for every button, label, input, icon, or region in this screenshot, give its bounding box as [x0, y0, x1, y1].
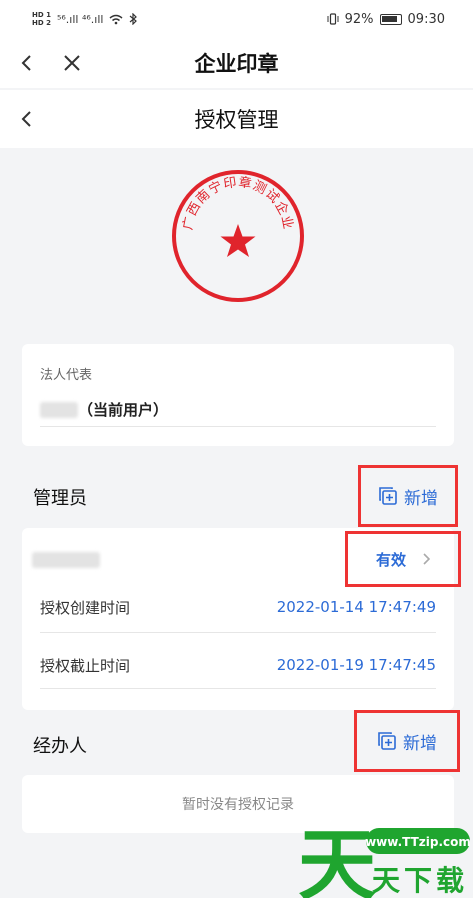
hd2-indicator: HD 2 [32, 19, 51, 27]
auth-create-row: 授权创建时间 2022-01-14 17:47:49 [40, 580, 436, 634]
legal-label: 法人代表 [40, 368, 93, 383]
divider [40, 426, 436, 427]
add-handler-button[interactable]: 新增 [354, 710, 460, 772]
handler-section-title: 经办人 [33, 736, 87, 757]
svg-text:广西南宁印章测试企业: 广西南宁印章测试企业 [181, 174, 296, 231]
page-title: 企业印章 [194, 52, 279, 76]
divider [40, 688, 436, 689]
back-button[interactable] [12, 49, 40, 77]
sub-page-title: 授权管理 [194, 108, 279, 132]
add-copy-icon [379, 487, 397, 505]
company-seal-image: 广西南宁印章测试企业 [172, 170, 304, 302]
wifi-icon [109, 14, 123, 24]
seal-text: 广西南宁印章测试企业 [181, 174, 295, 231]
top-nav-bar: 企业印章 [0, 38, 473, 88]
admin-section-title: 管理员 [33, 488, 87, 509]
sub-back-button[interactable] [12, 105, 40, 133]
signal-icon: ⁵⁶.ıll ⁴⁶.ıll [56, 12, 104, 26]
close-button[interactable] [58, 49, 86, 77]
status-left: HD 1 HD 2 ⁵⁶.ıll ⁴⁶.ıll [32, 11, 138, 27]
hd-indicators: HD 1 HD 2 [32, 11, 51, 27]
bluetooth-icon [130, 13, 138, 25]
battery-icon [379, 13, 402, 25]
add-copy-icon [378, 732, 396, 750]
divider [40, 632, 436, 633]
battery-percent: 92% [344, 11, 374, 27]
status-right: 92% 09:30 [327, 12, 445, 27]
watermark-brand: 天下载 [372, 864, 468, 897]
status-valid-button[interactable]: 有效 [345, 531, 461, 587]
close-icon [64, 55, 80, 71]
legal-representative-card: 法人代表 （当前用户） [22, 344, 454, 446]
row-value: 2022-01-19 17:47:45 [276, 656, 436, 674]
add-handler-label: 新增 [403, 733, 437, 754]
row-value: 2022-01-14 17:47:49 [276, 598, 436, 616]
vibrate-icon [327, 13, 339, 25]
hd1-indicator: HD 1 [32, 11, 51, 19]
row-key: 授权截止时间 [40, 656, 131, 675]
auth-expire-row: 授权截止时间 2022-01-19 17:47:45 [40, 638, 436, 692]
chevron-left-icon [21, 55, 31, 71]
legal-name-suffix: （当前用户） [78, 401, 169, 419]
masked-admin-name [32, 552, 100, 568]
watermark-site: www.TTzip.com [365, 835, 471, 849]
add-admin-button[interactable]: 新增 [358, 465, 458, 527]
site-watermark-logo: 天 www.TTzip.com 天下载 [298, 822, 471, 898]
chevron-right-icon [423, 553, 430, 565]
status-label: 有效 [375, 550, 406, 569]
clock: 09:30 [407, 11, 445, 27]
watermark-big-char: 天 [298, 822, 376, 898]
admin-name [32, 552, 100, 572]
add-admin-label: 新增 [404, 488, 438, 509]
row-key: 授权创建时间 [40, 598, 131, 617]
empty-text: 暂时没有授权记录 [182, 797, 294, 813]
admin-card: 有效 授权创建时间 2022-01-14 17:47:49 授权截止时间 202… [22, 528, 461, 710]
seal-star-icon [220, 224, 256, 257]
status-bar: HD 1 HD 2 ⁵⁶.ıll ⁴⁶.ıll 92% 09:30 [0, 0, 473, 38]
sub-nav-bar: 授权管理 [0, 90, 473, 148]
masked-name [40, 401, 78, 418]
chevron-left-icon [21, 111, 31, 127]
legal-name: （当前用户） [40, 399, 168, 420]
